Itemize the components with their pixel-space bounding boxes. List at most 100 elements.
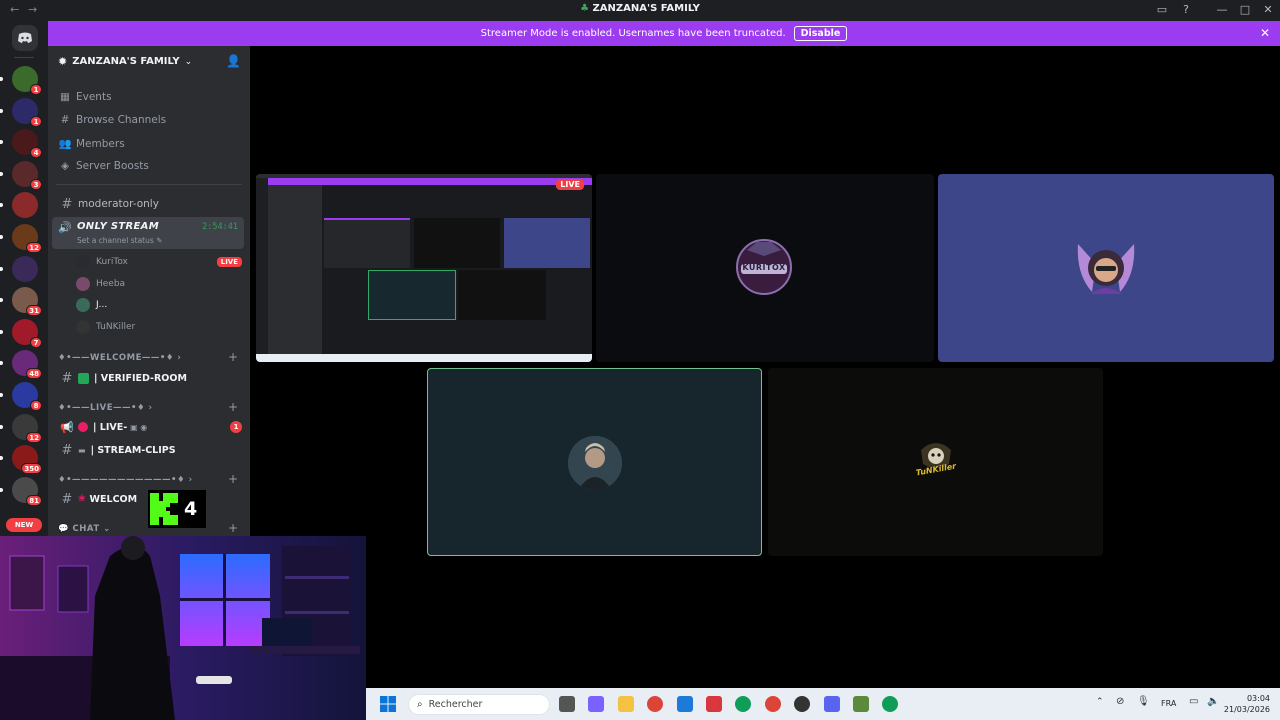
category-welcome[interactable]: ♦•——WELCOME——•♦ › — [58, 353, 181, 363]
volume-icon[interactable]: 🔈 — [1207, 696, 1219, 707]
voice-user[interactable]: J... — [76, 298, 242, 312]
tunkiller-logo: TuNKiller — [909, 436, 963, 488]
stream-tile-heeba[interactable] — [938, 174, 1274, 362]
server-icon[interactable]: 7 — [0, 318, 42, 348]
copilot-icon[interactable] — [588, 696, 605, 712]
server-icon[interactable]: 350 — [0, 445, 42, 475]
unread-pill — [0, 298, 3, 303]
add-channel-icon[interactable]: + — [228, 521, 238, 535]
search-placeholder: Rechercher — [428, 699, 483, 710]
live-badge: LIVE — [216, 257, 242, 267]
mini-sidebar — [268, 185, 322, 354]
store-icon[interactable] — [676, 696, 693, 712]
members-icon: 👥 — [58, 138, 72, 150]
taskbar-search[interactable]: ⌕ Rechercher — [408, 694, 550, 715]
voice-user[interactable]: Heeba — [76, 276, 242, 291]
menu-server-boosts[interactable]: ◈ Server Boosts — [58, 160, 149, 172]
server-icon[interactable]: 12 — [0, 413, 42, 443]
language-indicator[interactable]: FRA — [1161, 699, 1176, 708]
mini-tile — [324, 218, 410, 268]
server-icon[interactable]: 81 — [0, 476, 42, 506]
voice-user[interactable]: KuriTox LIVE — [76, 255, 242, 269]
server-leaf-icon: ♣ — [580, 3, 590, 14]
chevron-up-icon[interactable]: ⌃ — [1096, 697, 1104, 707]
taskbar-clock[interactable]: 03:04 21/03/2026 — [1224, 693, 1270, 715]
discord-home-icon[interactable] — [12, 25, 38, 51]
close-window-button[interactable]: ✕ — [1260, 2, 1276, 18]
add-channel-icon[interactable]: + — [228, 472, 238, 486]
minecraft-icon[interactable] — [853, 696, 869, 712]
add-channel-icon[interactable]: + — [228, 350, 238, 364]
inbox-icon[interactable]: ▭ — [1154, 2, 1170, 18]
category-chat[interactable]: 💬 CHAT ⌄ — [58, 524, 111, 534]
channel-name: ONLY STREAM — [77, 221, 159, 232]
close-banner-icon[interactable]: ✕ — [1260, 26, 1270, 40]
stream-tile-screenshare[interactable]: LIVE — [256, 174, 592, 362]
server-header[interactable]: ✹ ZANZANA'S FAMILY ⌄ — [58, 55, 192, 68]
mic-icon[interactable]: 🎙 — [1137, 696, 1150, 707]
server-icon[interactable]: 31 — [0, 287, 42, 317]
server-icon[interactable] — [0, 255, 38, 282]
maximize-button[interactable]: □ — [1237, 2, 1253, 18]
calendar-icon: ▦ — [60, 91, 70, 103]
stream-tile-j[interactable] — [427, 368, 762, 556]
film-icon: ▬ — [78, 445, 86, 455]
minimize-button[interactable]: — — [1214, 2, 1230, 18]
server-icon[interactable]: 3 — [0, 160, 42, 190]
server-gear-icon: ✹ — [58, 55, 68, 68]
disable-button[interactable]: Disable — [793, 26, 848, 41]
obs-icon[interactable] — [794, 696, 811, 712]
new-badge[interactable]: NEW — [6, 518, 42, 532]
server-icon[interactable] — [0, 192, 38, 219]
channel-only-stream[interactable]: 🔊 ONLY STREAM 2:54:41 Set a channel stat… — [52, 217, 244, 249]
boost-icon: ◈ — [60, 160, 70, 172]
discord-icon[interactable] — [823, 696, 840, 712]
category-separator[interactable]: ♦•———————————•♦ › — [58, 475, 193, 485]
chrome-icon[interactable] — [647, 696, 664, 712]
network-off-icon[interactable]: ⊘ — [1116, 696, 1124, 707]
stream-tile-tunkiller[interactable]: TuNKiller — [768, 368, 1103, 556]
server-icon[interactable]: 12 — [0, 224, 42, 253]
invite-icon[interactable]: 👤 — [226, 54, 241, 68]
chrome-icon[interactable] — [735, 696, 752, 712]
server-icon[interactable]: 4 — [0, 129, 42, 159]
stream-tile-kuritox[interactable]: KURITOX — [596, 174, 934, 362]
menu-browse-channels[interactable]: # Browse Channels — [58, 114, 167, 126]
task-view-icon[interactable] — [559, 696, 575, 712]
chrome-icon[interactable] — [882, 696, 899, 712]
menu-boosts-label: Server Boosts — [76, 160, 149, 172]
stream-timer: 2:54:41 — [202, 222, 238, 232]
help-icon[interactable]: ? — [1178, 2, 1194, 18]
mention-badge: 81 — [26, 494, 42, 506]
avatar — [76, 276, 90, 291]
channel-status[interactable]: Set a channel status ✎ — [77, 236, 162, 245]
clock-time: 03:04 — [1246, 694, 1270, 703]
server-icon[interactable]: 48 — [0, 350, 42, 380]
mention-badge: 12 — [26, 431, 42, 443]
channel-live[interactable]: 📢 | LIVE- ▣ ◉ 1 — [56, 417, 242, 437]
category-label: ♦•——LIVE——•♦ — [58, 403, 146, 413]
unread-pill — [0, 171, 3, 176]
voice-user[interactable]: TuNKiller — [76, 319, 242, 334]
unread-pill — [0, 456, 3, 461]
file-explorer-icon[interactable] — [617, 696, 634, 712]
add-channel-icon[interactable]: + — [228, 400, 238, 414]
menu-members[interactable]: 👥 Members — [58, 137, 125, 150]
channel-stream-clips[interactable]: # ▬ | STREAM-CLIPS — [56, 440, 242, 460]
wps-icon[interactable] — [706, 696, 722, 712]
banner-message: Streamer Mode is enabled. Usernames have… — [480, 28, 786, 39]
streamer-mode-banner: Streamer Mode is enabled. Usernames have… — [48, 21, 1280, 46]
server-icon[interactable]: 1 — [0, 97, 42, 127]
menu-members-label: Members — [76, 138, 125, 150]
channel-verified-room[interactable]: # | VERIFIED-ROOM — [56, 368, 242, 388]
mention-badge: 7 — [30, 336, 42, 348]
monitor-icon[interactable]: ▭ — [1189, 696, 1198, 707]
unread-pill — [0, 108, 3, 113]
server-icon[interactable]: 1 — [0, 66, 42, 95]
server-icon[interactable]: 8 — [0, 382, 42, 411]
channel-moderator-only[interactable]: # moderator-only — [56, 194, 242, 214]
menu-events[interactable]: ▦ Events — [58, 91, 112, 103]
chrome-icon[interactable] — [764, 696, 781, 712]
category-live[interactable]: ♦•——LIVE——•♦ › — [58, 403, 153, 413]
windows-start-icon[interactable] — [380, 696, 396, 712]
